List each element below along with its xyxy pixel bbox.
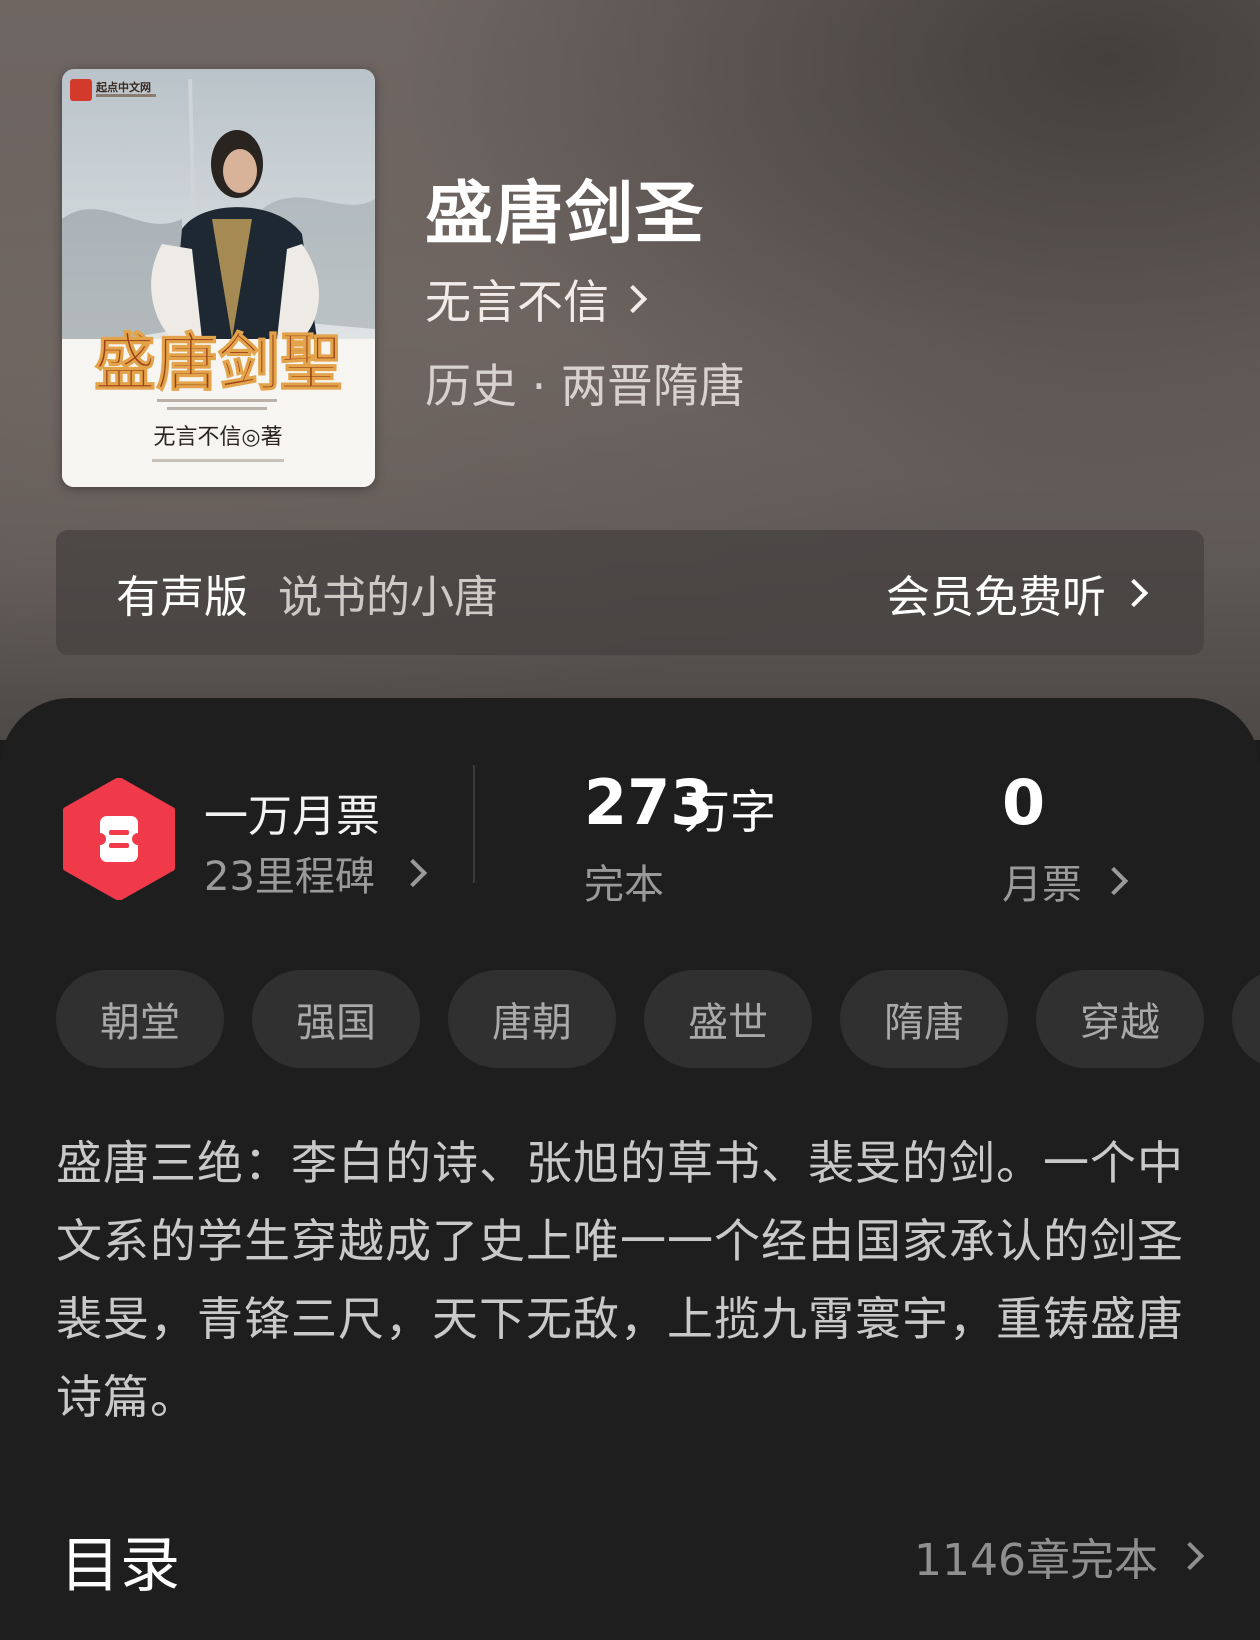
book-cover[interactable]: 起点中文网 盛唐剑聖 无言不信◎著 [62, 69, 375, 487]
tag-chip[interactable]: 强国 [252, 970, 420, 1068]
audio-listen-button[interactable]: 会员免费听 [886, 561, 1149, 625]
cover-author-line: 无言不信◎著 [153, 425, 282, 450]
toc-link[interactable]: 1146章完本 [914, 1524, 1205, 1588]
ticket-milestone-link[interactable]: 23里程碑 [204, 844, 428, 902]
chevron-right-icon [1119, 578, 1149, 607]
book-genre: 历史 · 两晋隋唐 [425, 359, 745, 413]
audio-label: 有声版 [116, 571, 248, 623]
svg-text:起点中文网: 起点中文网 [95, 80, 151, 94]
cover-title-calligraphy: 盛唐剑聖 [94, 326, 342, 399]
tag-chip[interactable]: 盛世 [644, 970, 812, 1068]
tag-chip-overflow[interactable] [1232, 970, 1260, 1068]
chevron-right-icon [1175, 1541, 1205, 1571]
tag-list: 朝堂 强国 唐朝 盛世 隋唐 穿越 [56, 970, 1260, 1070]
toc-title: 目录 [60, 1531, 180, 1601]
audio-version-bar[interactable]: 有声版 说书的小唐 会员免费听 [56, 530, 1204, 655]
audio-narrator: 说书的小唐 [278, 571, 498, 623]
stats-divider [473, 765, 475, 883]
monthly-votes-link[interactable]: 月票 [1002, 852, 1129, 910]
tag-chip[interactable]: 穿越 [1036, 970, 1204, 1068]
audio-cta-label: 会员免费听 [886, 571, 1106, 623]
book-description[interactable]: 盛唐三绝：李白的诗、张旭的草书、裴旻的剑。一个中文系的学生穿越成了史上唯一一个经… [56, 1124, 1216, 1436]
author-name: 无言不信 [425, 275, 609, 329]
monthly-ticket-badge-icon[interactable] [62, 778, 176, 900]
chevron-right-icon [1099, 866, 1129, 896]
book-cover-art: 起点中文网 盛唐剑聖 无言不信◎著 [62, 69, 375, 487]
toc-chapter-count: 1146章完本 [914, 1535, 1158, 1586]
chevron-right-icon [618, 284, 648, 314]
chevron-right-icon [398, 858, 428, 888]
tag-chip[interactable]: 唐朝 [448, 970, 616, 1068]
author-link[interactable]: 无言不信 [425, 266, 648, 332]
monthly-votes-count[interactable]: 0 [1002, 766, 1045, 839]
ticket-milestone-sub: 23里程碑 [204, 854, 375, 900]
word-count-unit: 万字 [684, 785, 776, 839]
tag-chip[interactable]: 朝堂 [56, 970, 224, 1068]
ticket-milestone-title[interactable]: 一万月票 [204, 780, 380, 844]
book-status: 完本 [584, 862, 664, 908]
monthly-votes-label: 月票 [1002, 862, 1082, 908]
book-title: 盛唐剑圣 [425, 174, 706, 254]
tag-chip[interactable]: 隋唐 [840, 970, 1008, 1068]
